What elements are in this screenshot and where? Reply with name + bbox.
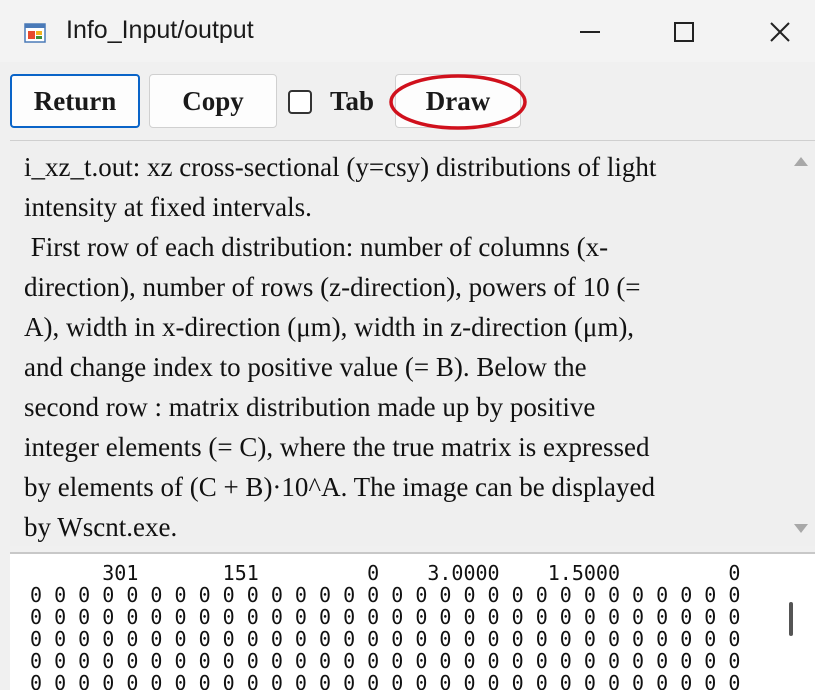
scroll-down-arrow-icon[interactable] bbox=[794, 524, 808, 533]
maximize-icon bbox=[674, 22, 694, 42]
info-description-panel[interactable]: i_xz_t.out: xz cross-sectional (y=csy) d… bbox=[10, 140, 815, 546]
title-bar[interactable]: Info_Input/output bbox=[0, 0, 815, 62]
draw-highlight-circle bbox=[389, 74, 527, 130]
data-scrollbar-thumb[interactable] bbox=[789, 602, 793, 636]
info-line: intensity at fixed intervals. bbox=[24, 192, 312, 222]
return-button[interactable]: Return bbox=[10, 74, 140, 128]
window-title: Info_Input/output bbox=[66, 16, 254, 44]
info-line: and change index to positive value (= B)… bbox=[24, 352, 587, 382]
data-row: 0 0 0 0 0 0 0 0 0 0 0 0 0 0 0 0 0 0 0 0 … bbox=[30, 671, 741, 690]
info-line: by Wscnt.exe. bbox=[24, 512, 178, 542]
data-row: 0 0 0 0 0 0 0 0 0 0 0 0 0 0 0 0 0 0 0 0 … bbox=[30, 649, 741, 673]
info-line: direction), number of rows (z-direction)… bbox=[24, 272, 641, 302]
minimize-button[interactable] bbox=[560, 10, 620, 54]
tab-checkbox[interactable] bbox=[288, 90, 312, 114]
tab-checkbox-label[interactable]: Tab bbox=[330, 86, 374, 117]
data-row: 0 0 0 0 0 0 0 0 0 0 0 0 0 0 0 0 0 0 0 0 … bbox=[30, 583, 741, 607]
app-window-icon bbox=[24, 23, 46, 43]
copy-button[interactable]: Copy bbox=[149, 74, 277, 128]
info-line: second row : matrix distribution made up… bbox=[24, 392, 596, 422]
data-row: 0 0 0 0 0 0 0 0 0 0 0 0 0 0 0 0 0 0 0 0 … bbox=[30, 605, 741, 629]
close-icon bbox=[770, 22, 790, 42]
info-line: by elements of (C + B)·10^A. The image c… bbox=[24, 472, 655, 502]
minimize-icon bbox=[580, 31, 600, 33]
info-description-text: i_xz_t.out: xz cross-sectional (y=csy) d… bbox=[24, 147, 774, 547]
scroll-up-arrow-icon[interactable] bbox=[794, 157, 808, 166]
info-line: integer elements (= C), where the true m… bbox=[24, 432, 650, 462]
data-output-panel[interactable]: 301 151 0 3.0000 1.5000 0 0 0 0 0 0 0 0 … bbox=[10, 552, 815, 690]
info-line: i_xz_t.out: xz cross-sectional (y=csy) d… bbox=[24, 152, 657, 182]
close-button[interactable] bbox=[750, 10, 810, 54]
data-matrix-text: 301 151 0 3.0000 1.5000 0 0 0 0 0 0 0 0 … bbox=[30, 562, 740, 690]
info-scrollbar[interactable] bbox=[789, 149, 811, 539]
data-scrollbar[interactable] bbox=[781, 564, 801, 690]
data-header-row: 301 151 0 3.0000 1.5000 0 bbox=[30, 561, 741, 585]
info-line: A), width in x-direction (μm), width in … bbox=[24, 312, 635, 342]
maximize-button[interactable] bbox=[654, 10, 714, 54]
info-line: First row of each distribution: number o… bbox=[24, 232, 609, 262]
data-row: 0 0 0 0 0 0 0 0 0 0 0 0 0 0 0 0 0 0 0 0 … bbox=[30, 627, 741, 651]
info-io-window: Info_Input/output Return Copy Tab Draw i… bbox=[0, 0, 815, 690]
